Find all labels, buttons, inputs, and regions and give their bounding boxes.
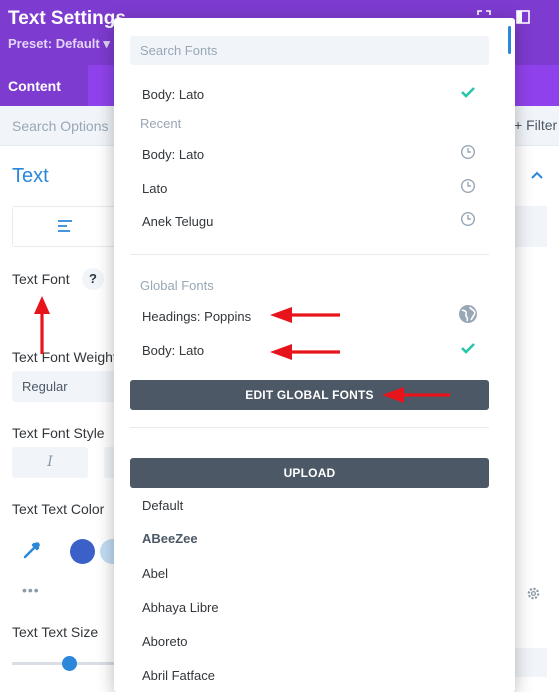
text-size-input[interactable] [514,648,547,677]
check-icon [461,87,475,98]
align-justify-button[interactable] [514,206,547,247]
recent-font-item[interactable]: Anek Telugu [142,214,213,229]
recent-font-item[interactable]: Lato [142,181,167,196]
slider-handle[interactable] [62,656,77,671]
selected-font-item[interactable]: Body: Lato [142,87,204,102]
annotation-arrow-left [270,344,340,360]
text-color-label: Text Text Color [12,501,105,517]
annotation-arrow-up [34,296,50,354]
dropdown-scrollbar[interactable] [508,26,511,54]
font-list-item[interactable]: Abril Fatface [142,668,215,683]
search-fonts-input[interactable] [130,36,489,65]
filter-button[interactable]: + Filter [514,117,557,133]
preset-selector[interactable]: Preset: Default ▾ [8,36,110,52]
text-font-label: Text Font [12,271,70,287]
font-weight-label: Text Font Weight [12,349,117,365]
font-list-item[interactable]: Abel [142,566,168,581]
globe-icon [459,305,477,323]
font-list-item[interactable]: Aboreto [142,634,188,649]
annotation-arrow-left [270,307,340,323]
gear-icon[interactable] [526,586,541,601]
font-list-item[interactable]: ABeeZee [142,531,198,546]
font-weight-select[interactable]: Regular [12,371,122,402]
clock-icon [460,178,476,194]
recent-font-item[interactable]: Body: Lato [142,147,204,162]
clock-icon [460,144,476,160]
recent-heading: Recent [140,116,182,131]
more-options-icon[interactable]: ••• [22,582,40,598]
annotation-arrow-left [382,387,450,403]
dropdown-divider [130,427,489,428]
font-list-item[interactable]: Default [142,498,183,513]
help-icon[interactable]: ? [82,268,104,290]
text-size-label: Text Text Size [12,624,99,640]
align-left-icon [58,220,72,232]
eyedropper-icon[interactable] [22,540,42,560]
group-title[interactable]: Text [12,165,49,188]
color-swatch-blue[interactable] [70,539,95,564]
modal-title: Text Settings [8,8,126,29]
align-left-button[interactable] [13,207,117,246]
global-fonts-heading: Global Fonts [140,278,214,293]
upload-font-button[interactable]: UPLOAD [130,458,489,488]
sidebar-layout-icon[interactable] [516,10,530,24]
font-list-item[interactable]: Abhaya Libre [142,600,219,615]
chevron-up-icon[interactable] [530,170,544,180]
font-style-label: Text Font Style [12,425,105,441]
check-icon [461,343,475,354]
clock-icon [460,211,476,227]
italic-button[interactable]: I [12,447,88,478]
global-font-item-body[interactable]: Body: Lato [142,343,204,358]
tab-content[interactable]: Content [0,65,88,106]
search-options-input[interactable]: Search Options [12,118,109,134]
global-font-item-headings[interactable]: Headings: Poppins [142,309,251,324]
dropdown-divider [130,254,489,255]
